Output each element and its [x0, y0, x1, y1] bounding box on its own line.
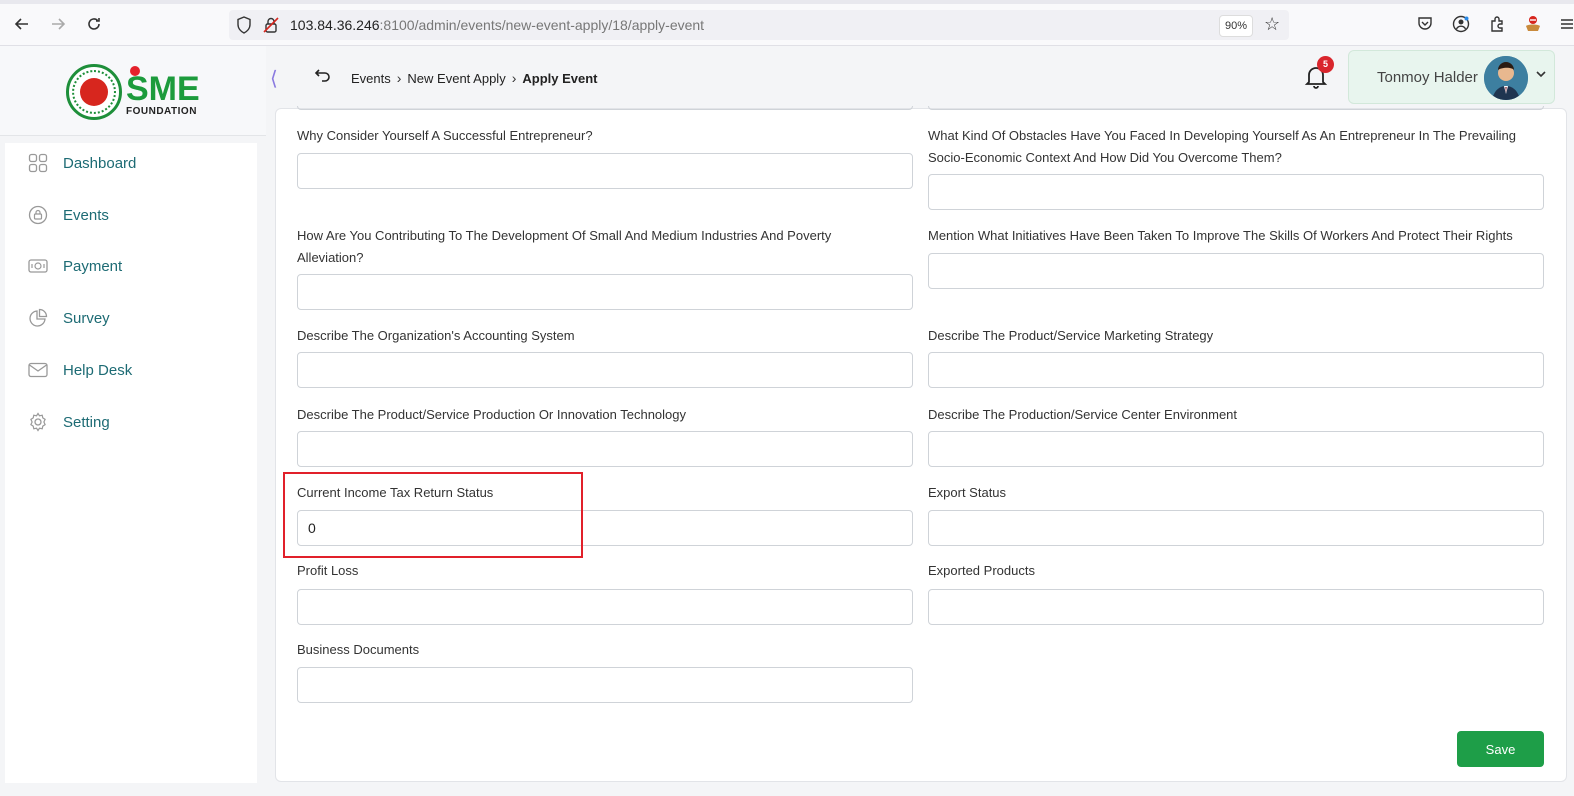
- field-label-center-environment: Describe The Production/Service Center E…: [928, 407, 1238, 422]
- export-status-input[interactable]: [928, 510, 1544, 546]
- sidebar-item-help-desk[interactable]: Help Desk: [5, 350, 257, 390]
- breadcrumb-current: Apply Event: [522, 70, 598, 86]
- field-label-marketing-strategy: Describe The Product/Service Marketing S…: [928, 328, 1214, 343]
- shield-icon[interactable]: [236, 16, 252, 34]
- bookmark-star-icon[interactable]: ☆: [1264, 14, 1280, 35]
- url-path: :8100/admin/events/new-event-apply/18/ap…: [379, 17, 705, 33]
- sidebar-item-survey[interactable]: Survey: [5, 298, 257, 338]
- chevron-down-icon[interactable]: [1535, 68, 1547, 83]
- field-label-successful-entrepreneur: Why Consider Yourself A Successful Entre…: [297, 128, 593, 143]
- insecure-lock-icon[interactable]: [263, 16, 279, 34]
- field-label-obstacles: What Kind Of Obstacles Have You Faced In…: [928, 128, 1517, 165]
- blocker-extension-icon[interactable]: [1524, 15, 1542, 33]
- browser-tab-strip: [0, 0, 1574, 4]
- worker-skills-input[interactable]: [928, 253, 1544, 289]
- mail-icon: [28, 360, 48, 380]
- sidebar-item-setting[interactable]: Setting: [5, 402, 257, 442]
- dashboard-icon: [28, 153, 48, 173]
- url-host: 103.84.36.246: [290, 17, 380, 33]
- undo-back-icon[interactable]: [314, 66, 332, 84]
- field-label-accounting-system: Describe The Organization's Accounting S…: [297, 328, 575, 343]
- field-label-sme-contribution: How Are You Contributing To The Developm…: [297, 228, 832, 265]
- breadcrumb-new-event-apply[interactable]: New Event Apply: [407, 71, 505, 86]
- survey-icon: [28, 308, 48, 328]
- field-label-business-documents: Business Documents: [297, 642, 420, 657]
- field-label-exported-products: Exported Products: [928, 563, 1035, 578]
- sidebar-collapse-icon[interactable]: ⟨: [270, 66, 278, 91]
- url-text[interactable]: 103.84.36.246:8100/admin/events/new-even…: [290, 17, 704, 33]
- government-emblem-icon: [66, 64, 122, 120]
- innovation-technology-input[interactable]: [297, 431, 913, 467]
- breadcrumb-events[interactable]: Events: [351, 71, 391, 86]
- sme-logo-text: SME: [126, 70, 200, 108]
- form-input-partial[interactable]: [297, 106, 913, 110]
- reload-icon[interactable]: [84, 14, 104, 34]
- breadcrumb: Events › New Event Apply › Apply Event: [351, 70, 598, 86]
- profit-loss-input[interactable]: [297, 589, 913, 625]
- gear-icon: [28, 412, 48, 432]
- save-button[interactable]: Save: [1457, 731, 1544, 767]
- pocket-icon[interactable]: [1416, 15, 1434, 33]
- user-name[interactable]: Tonmoy Halder: [1377, 69, 1478, 86]
- sidebar-item-dashboard[interactable]: Dashboard: [5, 143, 257, 183]
- sidebar-item-label: Dashboard: [63, 154, 137, 172]
- logo-subtitle: FOUNDATION: [126, 106, 197, 117]
- sme-logo: SME: [126, 66, 200, 108]
- sidebar-item-label: Payment: [63, 257, 123, 275]
- sidebar-item-payment[interactable]: Payment: [5, 246, 257, 286]
- business-documents-input[interactable]: [297, 667, 913, 703]
- accounting-system-input[interactable]: [297, 352, 913, 388]
- extensions-icon[interactable]: [1488, 15, 1506, 33]
- sidebar-menu: Dashboard Events Payment Survey Help Des…: [5, 143, 257, 783]
- menu-icon[interactable]: [1560, 15, 1574, 33]
- field-label-worker-skills: Mention What Initiatives Have Been Taken…: [928, 228, 1513, 243]
- field-label-innovation-technology: Describe The Product/Service Production …: [297, 407, 687, 422]
- logo-area[interactable]: SME FOUNDATION: [0, 46, 266, 136]
- chevron-right-icon: ›: [511, 70, 517, 86]
- notification-count-badge: 5: [1317, 56, 1334, 73]
- field-label-profit-loss: Profit Loss: [297, 563, 359, 578]
- payment-icon: [28, 256, 48, 276]
- highlight-annotation: [283, 472, 583, 558]
- exported-products-input[interactable]: [928, 589, 1544, 625]
- back-arrow-icon[interactable]: [12, 14, 32, 34]
- sidebar: SME FOUNDATION Dashboard Events Payment: [0, 46, 266, 796]
- form-input-partial[interactable]: [928, 106, 1544, 110]
- obstacles-input[interactable]: [928, 174, 1544, 210]
- zoom-level-badge[interactable]: 90%: [1219, 15, 1253, 37]
- account-icon[interactable]: [1452, 15, 1470, 33]
- sidebar-item-label: Survey: [63, 309, 110, 327]
- sme-contribution-input[interactable]: [297, 274, 913, 310]
- forward-arrow-icon[interactable]: [48, 14, 68, 34]
- successful-entrepreneur-input[interactable]: [297, 153, 913, 189]
- center-environment-input[interactable]: [928, 431, 1544, 467]
- avatar[interactable]: [1484, 56, 1528, 100]
- sidebar-item-events[interactable]: Events: [5, 195, 257, 235]
- marketing-strategy-input[interactable]: [928, 352, 1544, 388]
- sidebar-item-label: Setting: [63, 413, 110, 431]
- sidebar-item-label: Events: [63, 206, 109, 224]
- chevron-right-icon: ›: [396, 70, 402, 86]
- field-label-export-status: Export Status: [928, 485, 1007, 500]
- sidebar-item-label: Help Desk: [63, 361, 133, 379]
- events-icon: [28, 205, 48, 225]
